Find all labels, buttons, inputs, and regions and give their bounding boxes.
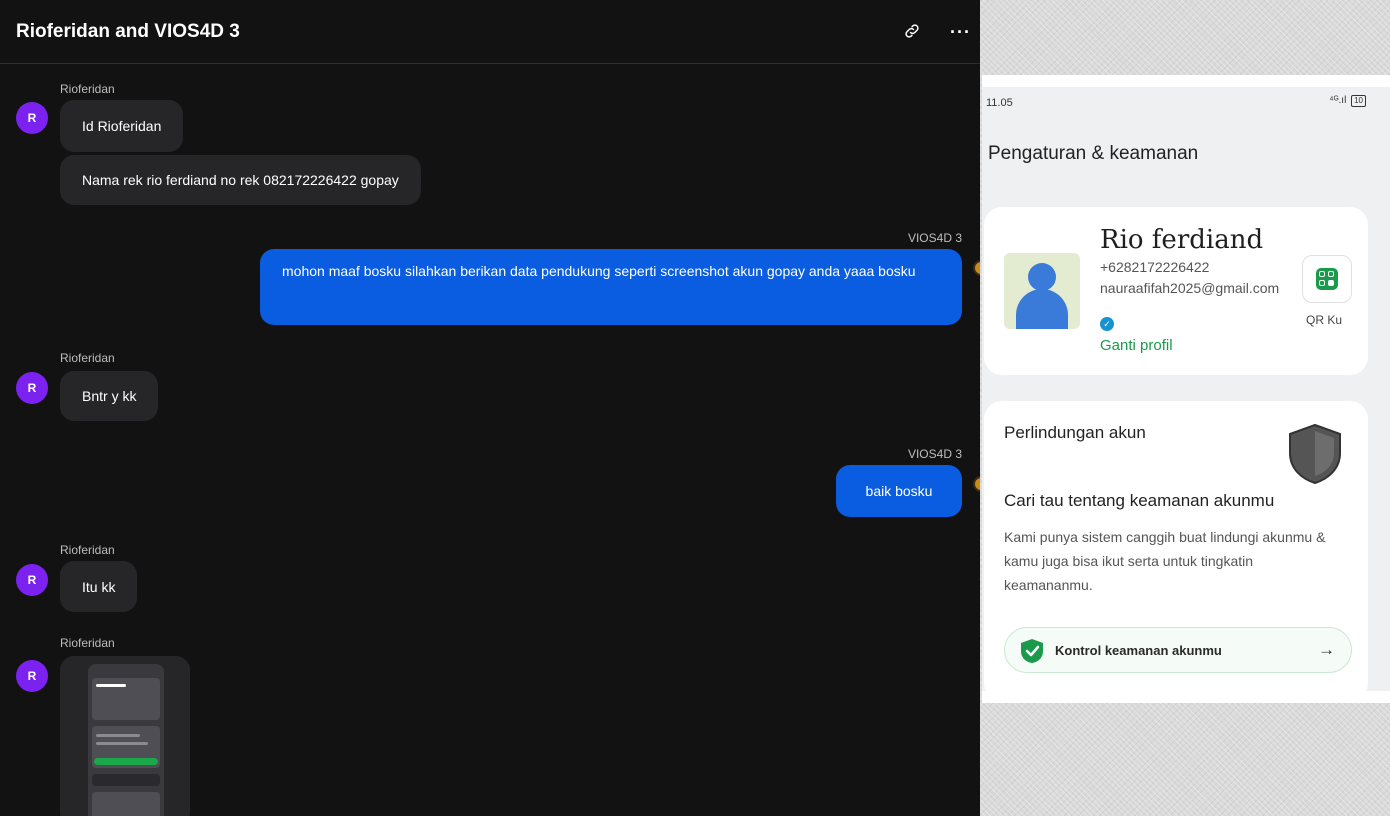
profile-name: Rio ferdiand [1100,225,1264,255]
status-indicators: ⁴ᴳ.ıl 10 [1329,95,1366,107]
page-title: Pengaturan & keamanan [988,143,1199,164]
protection-title: Perlindungan akun [1004,423,1146,442]
message-text: Itu kk [82,578,116,595]
link-icon[interactable] [903,22,921,44]
image-attachment[interactable] [60,656,190,816]
message-bubble[interactable]: Itu kk [60,561,138,612]
profile-phone: +6282172226422 [1100,259,1210,275]
signal-icon: ⁴ᴳ.ıl [1329,95,1347,106]
sender-name: Rioferidan [60,82,115,96]
sender-name: VIOS4D 3 [907,231,962,245]
thumbnail-line [96,684,126,687]
thumbnail-line [96,742,148,745]
sender-name: Rioferidan [60,351,115,365]
status-time: 11.05 [986,97,1013,109]
phone-screen: 11.05 ⁴ᴳ.ıl 10 Pengaturan & keamanan Rio… [982,87,1390,701]
security-control-button[interactable]: Kontrol keamanan akunmu → [1004,627,1352,673]
avatar[interactable]: R [16,564,48,596]
message-text: baik bosku [865,483,933,499]
edit-profile-link[interactable]: Ganti profil [1100,337,1173,354]
message-text: Bntr y kk [82,388,137,404]
shield-check-icon [1021,639,1043,663]
chat-panel: Rioferidan and VIOS4D 3 ··· Rioferidan R… [0,0,980,816]
qr-label: QR Ku [1306,313,1343,327]
battery-icon: 10 [1351,95,1366,107]
chat-title: Rioferidan and VIOS4D 3 [16,20,240,42]
message-bubble[interactable]: Bntr y kk [60,371,159,421]
avatar[interactable]: R [16,660,48,692]
message-bubble-outgoing[interactable]: mohon maaf bosku silahkan berikan data p… [260,249,962,325]
protection-subtitle: Cari tau tentang keamanan akunmu [1004,491,1275,510]
phone-screenshot: 11.05 ⁴ᴳ.ıl 10 Pengaturan & keamanan Rio… [982,75,1390,703]
sender-name: Rioferidan [60,543,115,557]
thumbnail-button [94,758,158,765]
avatar-body [1016,289,1068,329]
avatar[interactable]: R [16,102,48,134]
protection-description: Kami punya sistem canggih buat lindungi … [1004,529,1326,593]
sender-name: Rioferidan [60,636,115,650]
message-bubble[interactable]: Id Rioferidan [60,100,184,152]
more-icon[interactable]: ··· [950,22,971,42]
sender-name: VIOS4D 3 [907,447,962,461]
arrow-right-icon: → [1318,640,1335,659]
shield-icon [1289,423,1341,485]
message-bubble[interactable]: Nama rek rio ferdiand no rek 08217222642… [60,155,421,205]
message-bubble-outgoing[interactable]: baik bosku [836,465,962,517]
security-control-label: Kontrol keamanan akunmu [1055,643,1222,658]
thumbnail-line [96,734,140,737]
thumbnail-card [92,792,160,816]
message-text: Nama rek rio ferdiand no rek 08217222642… [82,172,399,188]
verified-icon: ✓ [1100,317,1114,331]
message-text: mohon maaf bosku silahkan berikan data p… [282,263,916,279]
avatar[interactable] [973,260,980,276]
thumbnail-card [92,774,160,786]
message-text: Id Rioferidan [82,118,162,134]
image-thumbnail [88,664,164,816]
avatar[interactable] [1004,253,1080,329]
profile-email: nauraafifah2025@gmail.com [1100,280,1280,296]
avatar-head [1028,263,1056,291]
qr-button[interactable] [1302,255,1352,303]
qr-icon [1316,268,1338,290]
protection-card: Perlindungan akun Cari tau tentang keama… [984,401,1368,701]
avatar[interactable] [973,476,980,492]
chat-header: Rioferidan and VIOS4D 3 ··· [0,0,980,64]
profile-card: Rio ferdiand +6282172226422 nauraafifah2… [984,207,1368,375]
avatar[interactable]: R [16,372,48,404]
